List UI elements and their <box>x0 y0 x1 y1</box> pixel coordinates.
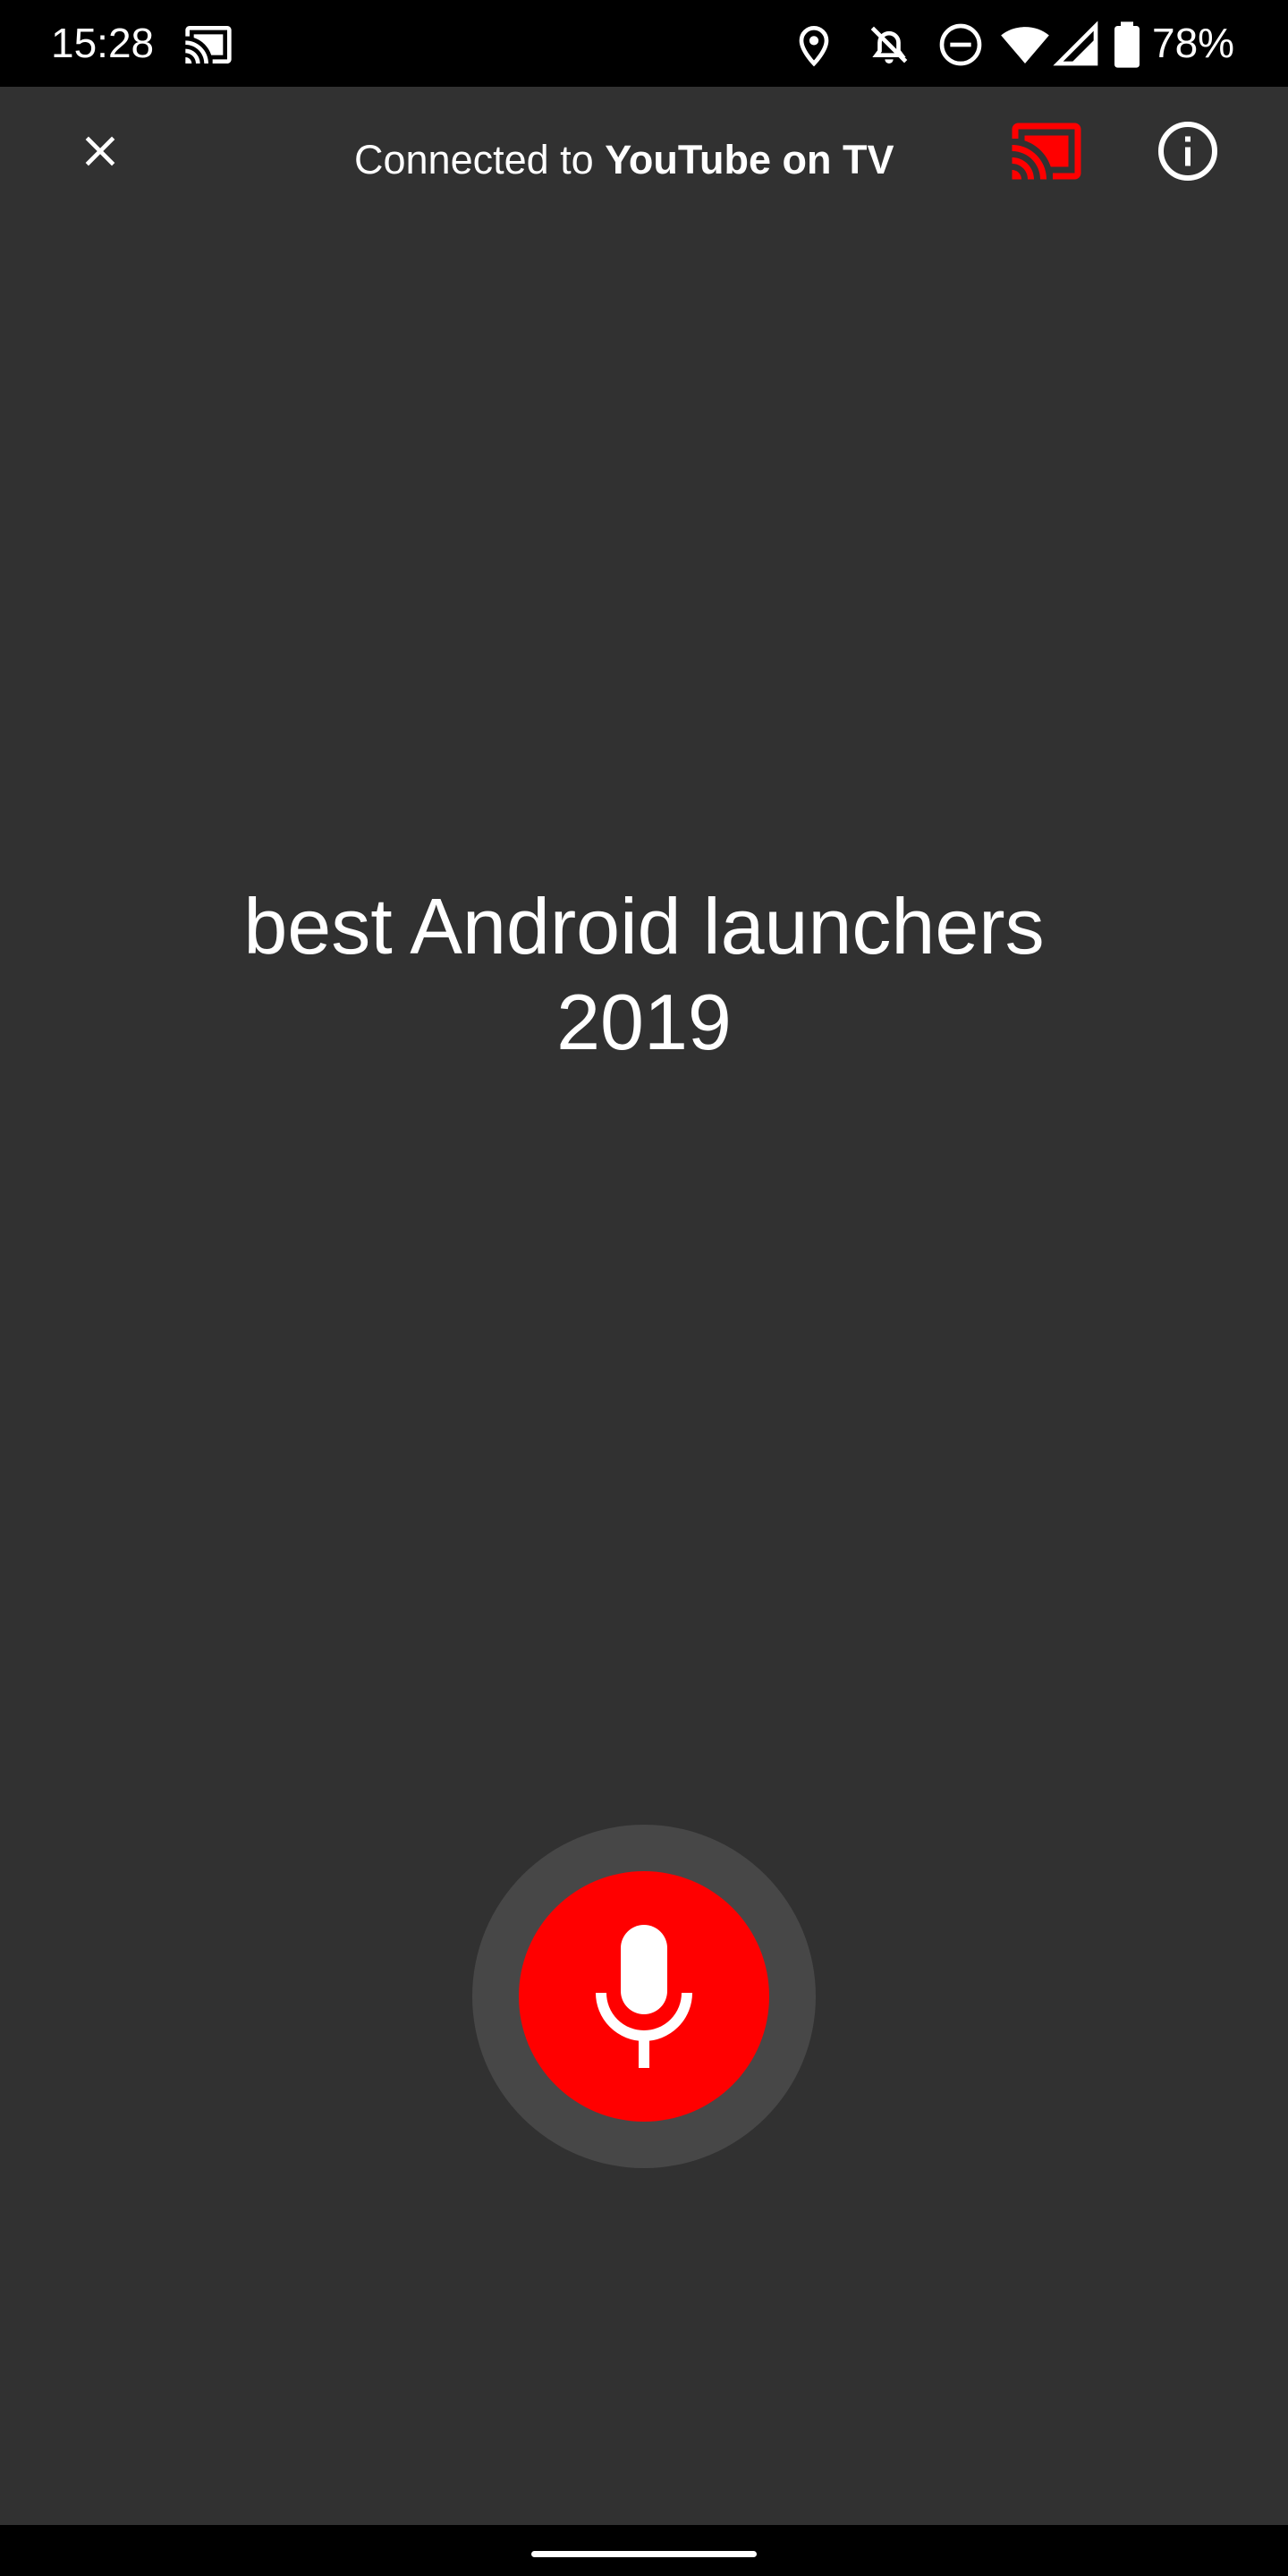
top-bar: Connected to YouTube on TV <box>0 87 1288 239</box>
close-button[interactable] <box>55 106 145 196</box>
do-not-disturb-icon <box>936 20 986 70</box>
connection-status: Connected to YouTube on TV <box>354 137 894 183</box>
status-time: 15:28 <box>51 20 155 66</box>
signal-icon <box>1052 20 1102 70</box>
battery-icon <box>1102 20 1152 70</box>
device-name: YouTube on TV <box>605 137 894 182</box>
close-icon <box>85 136 115 166</box>
voice-query-text: best Android launchers 2019 <box>107 878 1181 1070</box>
microphone-icon <box>596 1925 692 2068</box>
cast-icon <box>183 20 233 70</box>
info-icon <box>1158 122 1217 181</box>
voice-search-screen: 15:28 78% Connected to YouTube on TV bes… <box>0 0 1288 2576</box>
mic-button[interactable] <box>519 1871 769 2122</box>
cast-button[interactable] <box>1002 106 1091 196</box>
battery-percent: 78% <box>1152 20 1235 66</box>
query-line-2: 2019 <box>556 978 732 1066</box>
connection-prefix: Connected to <box>354 137 606 182</box>
navigation-bar <box>0 2525 1288 2576</box>
wifi-icon <box>1000 20 1050 70</box>
cast-connected-icon <box>1012 123 1081 180</box>
notifications-off-icon <box>864 20 914 70</box>
status-bar: 15:28 78% <box>0 0 1288 87</box>
home-gesture-handle[interactable] <box>531 2551 757 2557</box>
info-button[interactable] <box>1143 106 1233 196</box>
location-icon <box>789 20 839 70</box>
query-line-1: best Android launchers <box>243 882 1045 970</box>
